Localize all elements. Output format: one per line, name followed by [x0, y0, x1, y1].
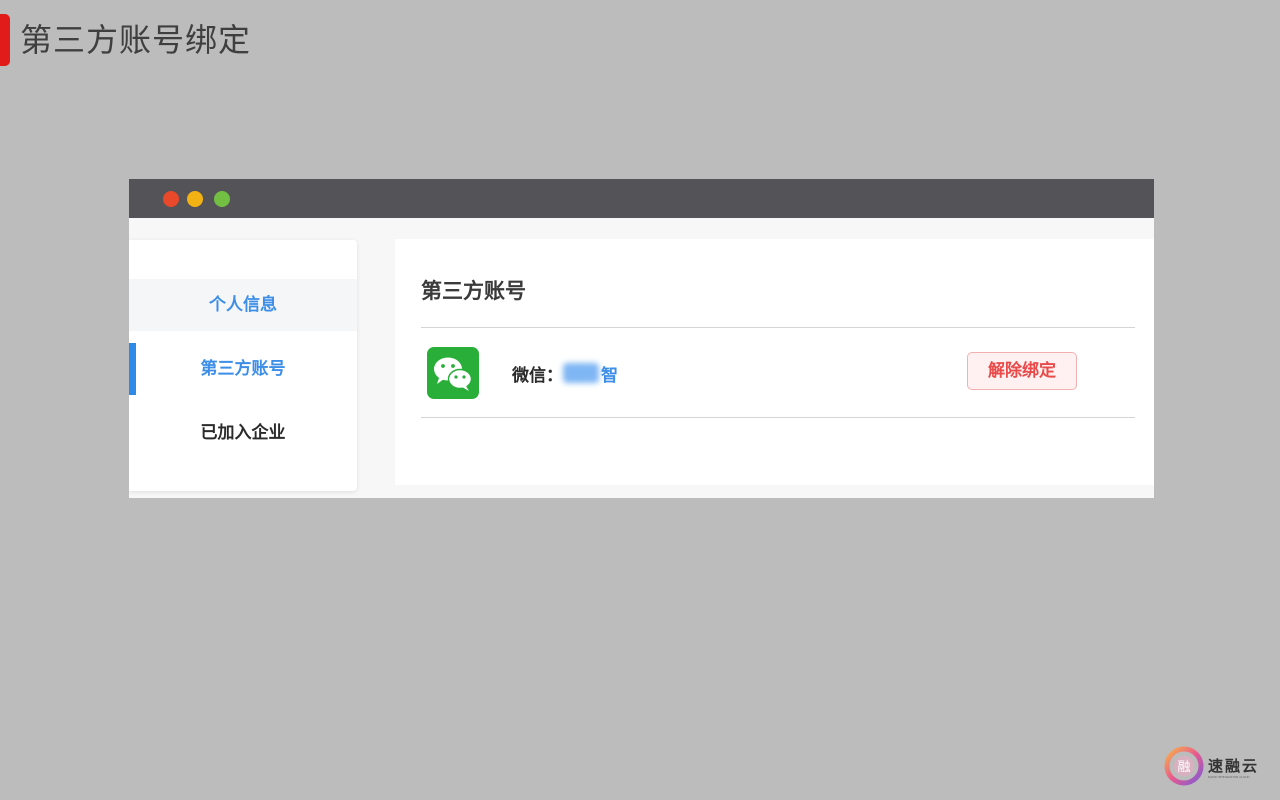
divider-top: [421, 327, 1135, 328]
divider-bottom: [421, 417, 1135, 418]
maximize-dot-icon[interactable]: [214, 191, 230, 207]
sidebar-item-personal-info[interactable]: 个人信息: [129, 279, 357, 331]
title-accent-bar: [0, 14, 10, 66]
app-window: 个人信息 第三方账号 已加入企业 第三方账号 微信： 智 解除绑定: [129, 179, 1154, 498]
panel-heading: 第三方账号: [421, 279, 526, 303]
brand-name: 速融云: [1208, 757, 1260, 775]
main-panel: 第三方账号 微信： 智 解除绑定: [395, 239, 1154, 485]
wechat-account-name-visible: 智: [601, 366, 618, 386]
wechat-label: 微信：: [512, 366, 563, 386]
slide-title: 第三方账号绑定: [20, 21, 252, 59]
unbind-button[interactable]: 解除绑定: [967, 352, 1077, 390]
wechat-account-name: 智: [565, 361, 618, 386]
sidebar: 个人信息 第三方账号 已加入企业: [129, 240, 357, 491]
sidebar-item-joined-enterprises[interactable]: 已加入企业: [129, 407, 357, 459]
wechat-icon: [427, 347, 479, 399]
close-dot-icon[interactable]: [163, 191, 179, 207]
minimize-dot-icon[interactable]: [187, 191, 203, 207]
window-titlebar: [129, 179, 1154, 218]
brand-logo-block: 融 速融云 RAPID INTEGRATION CLOUD: [1162, 744, 1266, 788]
sidebar-item-third-party-accounts[interactable]: 第三方账号: [129, 343, 357, 395]
brand-tagline: RAPID INTEGRATION CLOUD: [1208, 775, 1250, 779]
brand-logo-icon: 融: [1162, 744, 1206, 788]
svg-text:融: 融: [1177, 760, 1190, 775]
